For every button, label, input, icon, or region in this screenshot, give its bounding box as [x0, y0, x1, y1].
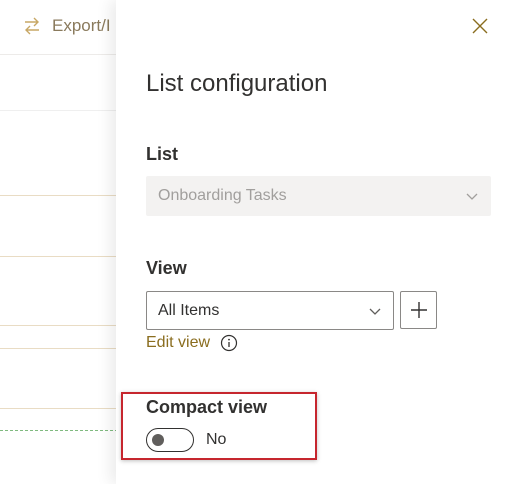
export-button[interactable]: Export/I: [22, 16, 111, 36]
row-divider: [0, 110, 118, 111]
edit-view-link[interactable]: Edit view: [146, 334, 210, 352]
add-view-button[interactable]: [400, 291, 437, 329]
list-label: List: [146, 144, 179, 164]
chevron-down-icon: [369, 308, 381, 315]
arrows-exchange-icon: [25, 17, 39, 35]
view-dropdown[interactable]: All Items: [146, 291, 394, 330]
view-label: View: [146, 258, 187, 278]
highlight-box: [121, 392, 317, 460]
plus-icon: [410, 302, 427, 318]
panel-title: List configuration: [146, 70, 328, 97]
export-label: Export/I: [52, 16, 111, 35]
row-divider: [0, 256, 118, 257]
info-icon[interactable]: [220, 334, 238, 352]
close-icon[interactable]: [468, 14, 492, 38]
row-divider: [0, 195, 118, 196]
dashed-divider: [0, 430, 118, 431]
view-dropdown-value: All Items: [158, 301, 220, 319]
row-divider: [0, 325, 118, 326]
row-divider: [0, 408, 118, 409]
list-dropdown: Onboarding Tasks: [146, 176, 491, 216]
edit-view-row: Edit view: [146, 334, 238, 352]
row-divider: [0, 348, 118, 349]
list-dropdown-value: Onboarding Tasks: [158, 187, 287, 204]
chevron-down-icon: [466, 193, 478, 200]
